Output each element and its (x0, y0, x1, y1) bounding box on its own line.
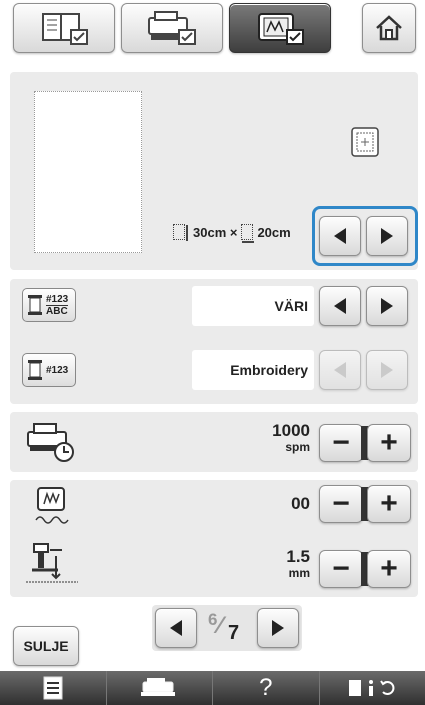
bottom-bar: ? (0, 671, 425, 705)
thread-display-value: VÄRI (192, 286, 314, 326)
plus-icon: + (380, 426, 398, 459)
foot-height-block: 1.5 mm (250, 547, 310, 581)
foot-height-decrease-button[interactable]: − (319, 550, 363, 588)
help-icon: ? (259, 674, 273, 701)
page-indicator: 6 ⁄ 7 (202, 610, 252, 646)
frame-width-text: 20cm (257, 224, 291, 240)
left-arrow-icon (170, 620, 182, 636)
left-arrow-icon (334, 228, 346, 244)
presser-foot-height-icon (24, 542, 80, 591)
home-icon (376, 15, 402, 41)
utility-settings-tab[interactable] (13, 3, 115, 53)
embroidery-frame-icon (348, 126, 382, 165)
document-icon (43, 676, 63, 700)
plus-icon: + (380, 487, 398, 520)
page-prev-button[interactable] (155, 608, 197, 648)
info-rotate-icon (349, 680, 395, 696)
right-arrow-icon (381, 228, 393, 244)
frame-height-icon (173, 224, 188, 241)
settings-info-button[interactable] (319, 671, 425, 705)
thread-brand-icon: #123 (22, 353, 76, 387)
frame-prev-button[interactable] (319, 216, 361, 256)
foot-height-unit: mm (288, 566, 310, 580)
speed-increase-button[interactable]: + (367, 424, 411, 462)
frame-next-button[interactable] (366, 216, 408, 256)
frame-width-icon (241, 224, 255, 243)
frame-offset-decrease-button[interactable]: − (319, 485, 363, 523)
thread-brand-prev-button[interactable] (319, 350, 361, 390)
page-current: 6 (208, 610, 218, 629)
page-slash: ⁄ (218, 612, 223, 639)
frame-offset-increase-button[interactable]: + (367, 485, 411, 523)
foot-height-increase-button[interactable]: + (367, 550, 411, 588)
speed-decrease-button[interactable]: − (319, 424, 363, 462)
right-arrow-icon (381, 298, 393, 314)
icon-label: #123 (46, 364, 69, 376)
right-arrow-icon (381, 362, 393, 378)
embroidery-settings-tab[interactable] (229, 3, 331, 53)
speed-value: 1000 (272, 421, 310, 440)
left-arrow-icon (334, 362, 346, 378)
sewing-machine-icon (141, 678, 176, 696)
right-arrow-icon (272, 620, 284, 636)
thread-brand-next-button[interactable] (366, 350, 408, 390)
speed-panel: 1000 spm − + (10, 412, 418, 472)
spool-icon (28, 295, 42, 315)
thread-brand-value: Embroidery (192, 350, 314, 390)
spool-icon (28, 360, 42, 380)
icon-line1: #123 (46, 293, 69, 305)
close-button[interactable]: SULJE (13, 626, 79, 666)
frame-offset-value: 00 (291, 494, 310, 513)
frame-display-icon (34, 486, 70, 533)
thread-panel: #123 ABC VÄRI #123 Embroidery (10, 279, 418, 404)
embroidery-adjust-panel: 00 − + 1.5 mm − + (10, 480, 418, 597)
icon-line2: ABC (46, 304, 69, 317)
frame-size-text: 30cm × (193, 224, 238, 240)
general-settings-tab[interactable] (121, 3, 223, 53)
left-arrow-icon (334, 298, 346, 314)
tutorial-button[interactable] (106, 671, 213, 705)
home-button[interactable] (362, 3, 416, 53)
minus-icon: − (332, 426, 350, 459)
thread-display-prev-button[interactable] (319, 286, 361, 326)
minus-icon: − (332, 552, 350, 585)
speed-unit: spm (285, 440, 310, 454)
max-speed-icon (24, 420, 78, 469)
minus-icon: − (332, 487, 350, 520)
thread-color-number-icon: #123 ABC (22, 288, 76, 322)
frame-preview-area (34, 91, 142, 253)
page-total: 7 (228, 622, 240, 644)
frame-panel: 30cm × 20cm (10, 72, 418, 270)
embroidery-settings-icon (258, 13, 304, 45)
help-button[interactable]: ? (213, 671, 320, 705)
page-next-button[interactable] (257, 608, 299, 648)
utility-settings-icon (42, 13, 88, 45)
general-settings-icon (148, 11, 196, 45)
close-button-label: SULJE (23, 638, 69, 654)
speed-value-block: 1000 spm (250, 421, 310, 455)
thread-display-next-button[interactable] (366, 286, 408, 326)
document-button[interactable] (0, 671, 107, 705)
frame-size-label: 30cm × 20cm (173, 224, 291, 243)
foot-height-value: 1.5 (286, 547, 310, 566)
plus-icon: + (380, 552, 398, 585)
